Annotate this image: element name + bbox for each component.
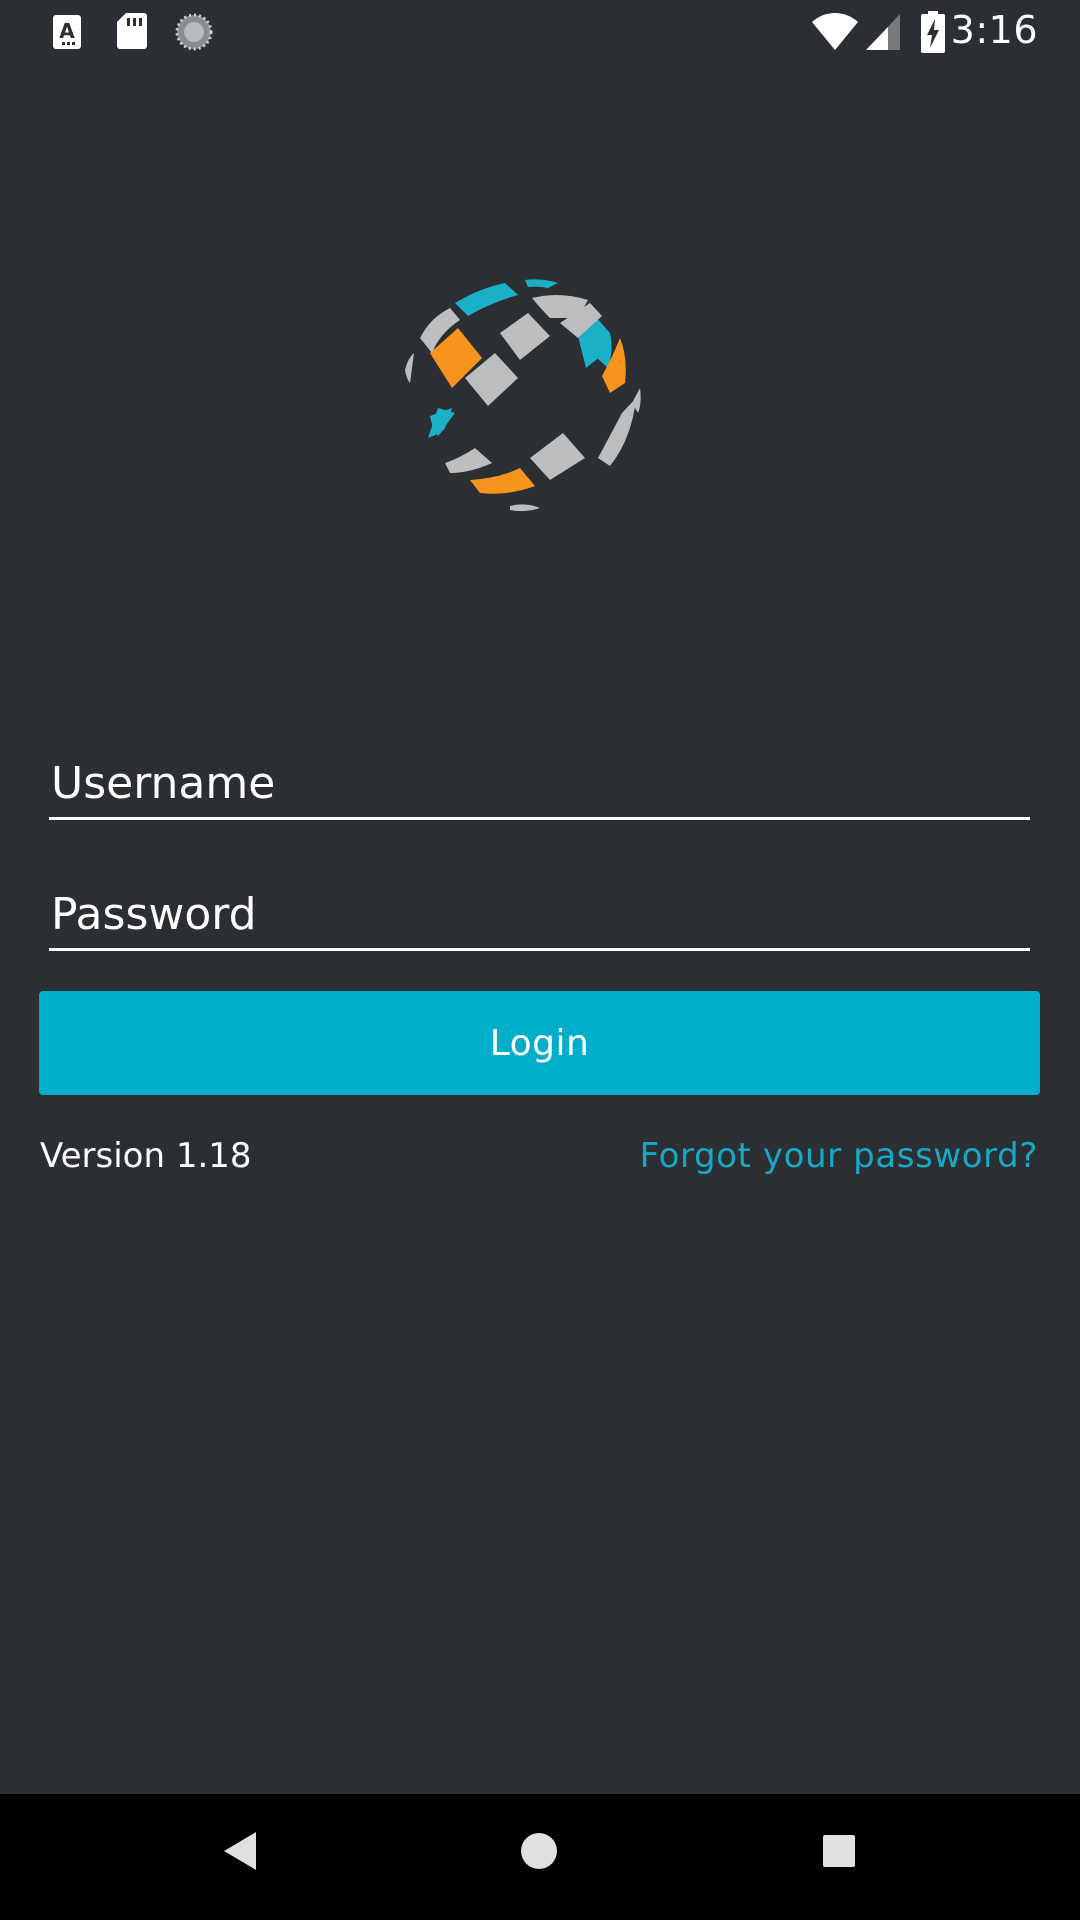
login-button-label: Login: [489, 1022, 590, 1064]
home-icon[interactable]: [520, 1832, 558, 1870]
login-screen: A 3:16 Username Login Version 1.18 Forgo…: [0, 0, 1080, 1920]
battery-charging-icon: [921, 11, 945, 53]
username-field[interactable]: [49, 750, 1030, 820]
loading-spinner-icon: [175, 13, 213, 51]
navigation-bar: [0, 1794, 1080, 1920]
cell-signal-icon: [866, 14, 900, 50]
status-time: 3:16: [950, 8, 1038, 52]
password-field[interactable]: [49, 881, 1030, 951]
globe-logo-icon: [405, 279, 641, 512]
recents-icon[interactable]: [822, 1834, 856, 1868]
svg-text:A: A: [59, 19, 75, 43]
text-notification-icon: A: [53, 15, 81, 49]
sd-card-icon: [117, 13, 147, 49]
wifi-icon: [812, 13, 858, 50]
username-input[interactable]: [49, 750, 1030, 817]
status-bar: A 3:16: [0, 0, 1080, 64]
password-input[interactable]: [49, 881, 1030, 948]
back-icon[interactable]: [222, 1830, 258, 1872]
forgot-password-link[interactable]: Forgot your password?: [640, 1136, 1038, 1176]
version-label: Version 1.18: [40, 1136, 252, 1176]
login-button[interactable]: Login: [39, 991, 1040, 1095]
